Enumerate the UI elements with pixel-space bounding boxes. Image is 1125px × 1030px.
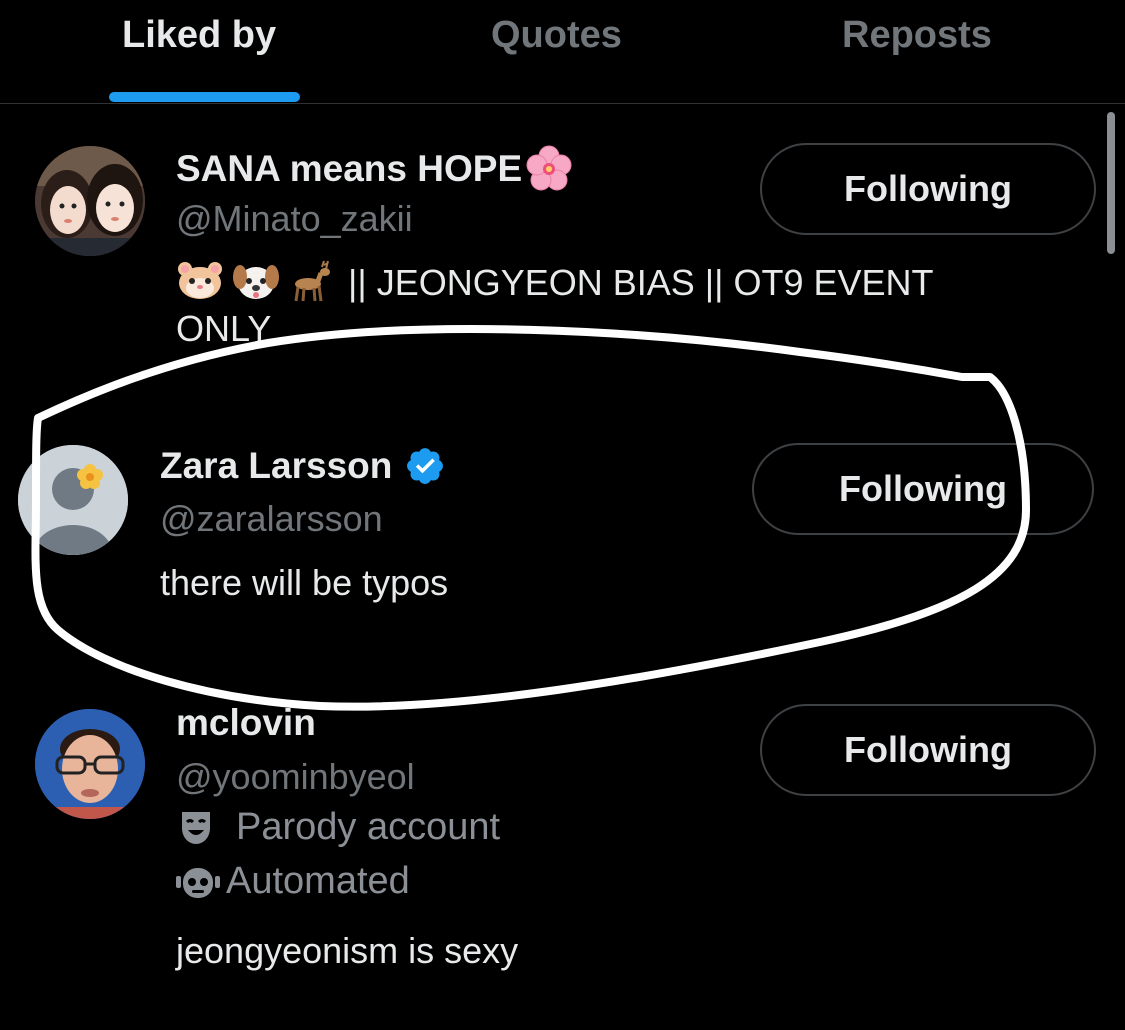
following-button[interactable]: Following [752, 443, 1094, 535]
tab-liked-by[interactable]: Liked by [122, 14, 276, 57]
display-name-text: SANA means HOPE [176, 148, 523, 189]
avatar[interactable] [35, 709, 145, 819]
hamster-face-icon [176, 261, 224, 301]
tab-reposts[interactable]: Reposts [842, 14, 992, 57]
avatar[interactable] [35, 146, 145, 256]
dog-face-icon [232, 261, 280, 301]
display-name[interactable]: Zara Larsson [160, 445, 446, 487]
tab-quotes[interactable]: Quotes [491, 14, 622, 57]
user-handle: @zaralarsson [160, 498, 383, 539]
label-text: Automated [226, 860, 410, 902]
parody-account-label: Parody account [176, 806, 500, 849]
bio-text: there will be typos [160, 562, 449, 603]
user-handle: @Minato_zakii [176, 198, 413, 239]
display-name[interactable]: SANA means HOPE [176, 144, 574, 194]
cherry-blossom-icon [524, 144, 574, 194]
active-tab-indicator [109, 92, 300, 102]
parody-mask-icon [176, 808, 216, 848]
avatar-photo-icon [35, 146, 145, 256]
deer-icon [288, 259, 338, 303]
bio-text: jeongyeonism is sexy [176, 930, 519, 971]
verified-badge-icon [404, 445, 446, 487]
user-row-mclovin[interactable]: mclovin @yoominbyeol Parody account Auto [0, 672, 1105, 1030]
user-row-zara-larsson[interactable]: Zara Larsson @zaralarsson there will be … [0, 404, 1105, 644]
user-handle: @yoominbyeol [176, 756, 415, 797]
display-name-text: mclovin [176, 702, 316, 743]
display-name[interactable]: mclovin [176, 702, 316, 744]
following-button[interactable]: Following [760, 143, 1096, 235]
display-name-text: Zara Larsson [160, 445, 393, 486]
label-text: Parody account [236, 806, 501, 848]
default-avatar-icon [18, 445, 128, 555]
following-button[interactable]: Following [760, 704, 1096, 796]
avatar-photo-icon [35, 709, 145, 819]
automated-label: Automated [176, 860, 410, 903]
scrollbar[interactable] [1107, 112, 1115, 254]
user-bio: || JEONGYEON BIAS || OT9 EVENT ONLY [176, 259, 1036, 352]
avatar[interactable] [18, 445, 128, 555]
robot-icon [176, 862, 220, 902]
user-row-sana[interactable]: SANA means HOPE @Minato_zakii || JEONGYE… [0, 104, 1105, 384]
tab-bar: Liked by Quotes Reposts [0, 0, 1125, 104]
